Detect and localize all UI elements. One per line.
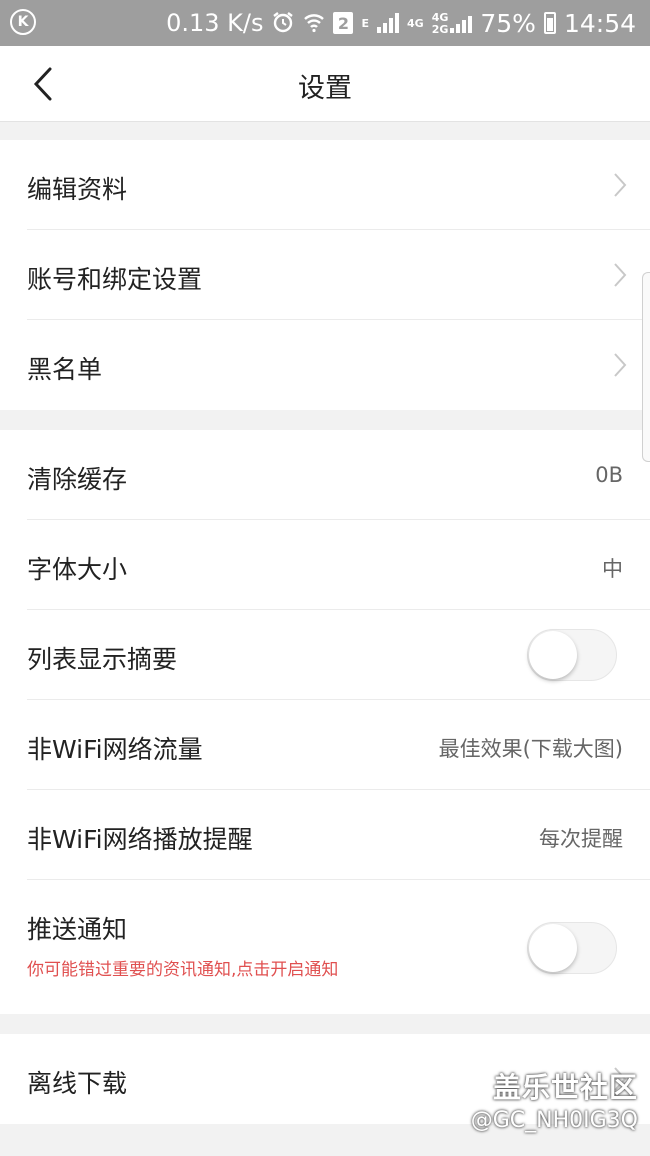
network-e-label: E xyxy=(361,16,369,30)
row-push-notification: 推送通知 你可能错过重要的资讯通知,点击开启通知 xyxy=(27,880,650,1014)
row-label: 列表显示摘要 xyxy=(27,645,178,674)
row-account-binding[interactable]: 账号和绑定设置 xyxy=(27,230,650,320)
network-4g-label: 4G xyxy=(407,16,424,30)
status-bar: K 0.13 K/s 2 E 4G 4G 2G 75% 14:54 xyxy=(0,0,650,46)
signal-icon xyxy=(450,13,473,33)
toggle-knob xyxy=(529,631,577,679)
row-edit-profile[interactable]: 编辑资料 xyxy=(27,140,650,230)
list-summary-toggle[interactable] xyxy=(527,629,617,681)
watermark-logo: 盖乐世社区 xyxy=(492,1071,638,1104)
settings-group-account: 编辑资料 账号和绑定设置 黑名单 xyxy=(0,140,650,410)
scrollbar-thumb[interactable] xyxy=(642,272,650,462)
wifi-icon xyxy=(303,11,325,36)
row-non-wifi-play[interactable]: 非WiFi网络播放提醒 每次提醒 xyxy=(27,790,650,880)
push-toggle[interactable] xyxy=(527,922,617,974)
chevron-right-icon xyxy=(614,353,627,377)
row-label: 清除缓存 xyxy=(27,465,128,494)
push-hint[interactable]: 你可能错过重要的资讯通知,点击开启通知 xyxy=(27,955,338,980)
network-dual-label: 4G 2G xyxy=(432,12,449,35)
row-label: 黑名单 xyxy=(27,355,103,384)
settings-group-general: 清除缓存 0B 字体大小 中 列表显示摘要 非WiFi网络流量 最佳效果(下载大… xyxy=(0,430,650,1014)
non-wifi-play-value: 每次提醒 xyxy=(539,827,623,851)
network-speed: 0.13 K/s xyxy=(166,9,264,37)
row-label: 编辑资料 xyxy=(27,175,128,204)
app-header: 设置 xyxy=(0,46,650,122)
cache-size-value: 0B xyxy=(595,463,623,487)
toggle-knob xyxy=(529,924,577,972)
row-blacklist[interactable]: 黑名单 xyxy=(27,320,650,410)
signal-icon xyxy=(377,13,399,33)
row-label: 离线下载 xyxy=(27,1069,128,1098)
row-label: 推送通知 xyxy=(27,915,128,944)
status-icons: 0.13 K/s 2 E 4G 4G 2G 75% 14:54 xyxy=(166,6,636,40)
battery-percent: 75% xyxy=(480,8,536,38)
network-dual-bottom: 2G xyxy=(431,22,449,36)
non-wifi-traffic-value: 最佳效果(下载大图) xyxy=(438,737,623,761)
row-label: 账号和绑定设置 xyxy=(27,265,203,294)
chevron-right-icon xyxy=(614,263,627,287)
alarm-icon xyxy=(271,10,295,37)
app-logo-icon: K xyxy=(10,9,36,35)
row-font-size[interactable]: 字体大小 中 xyxy=(27,520,650,610)
page-title: 设置 xyxy=(298,73,352,104)
sim-badge: 2 xyxy=(333,12,354,34)
chevron-right-icon xyxy=(614,173,627,197)
font-size-value: 中 xyxy=(602,557,623,581)
row-label: 字体大小 xyxy=(27,555,128,584)
battery-charging-icon xyxy=(543,12,556,34)
network-dual-top: 4G xyxy=(431,10,449,24)
row-clear-cache[interactable]: 清除缓存 0B xyxy=(27,430,650,520)
watermark-handle: @GC_NH0IG3Q xyxy=(470,1108,638,1133)
row-label: 非WiFi网络播放提醒 xyxy=(27,825,253,854)
row-non-wifi-traffic[interactable]: 非WiFi网络流量 最佳效果(下载大图) xyxy=(27,700,650,790)
clock: 14:54 xyxy=(563,8,636,38)
row-list-summary: 列表显示摘要 xyxy=(27,610,650,700)
row-label: 非WiFi网络流量 xyxy=(27,735,203,764)
